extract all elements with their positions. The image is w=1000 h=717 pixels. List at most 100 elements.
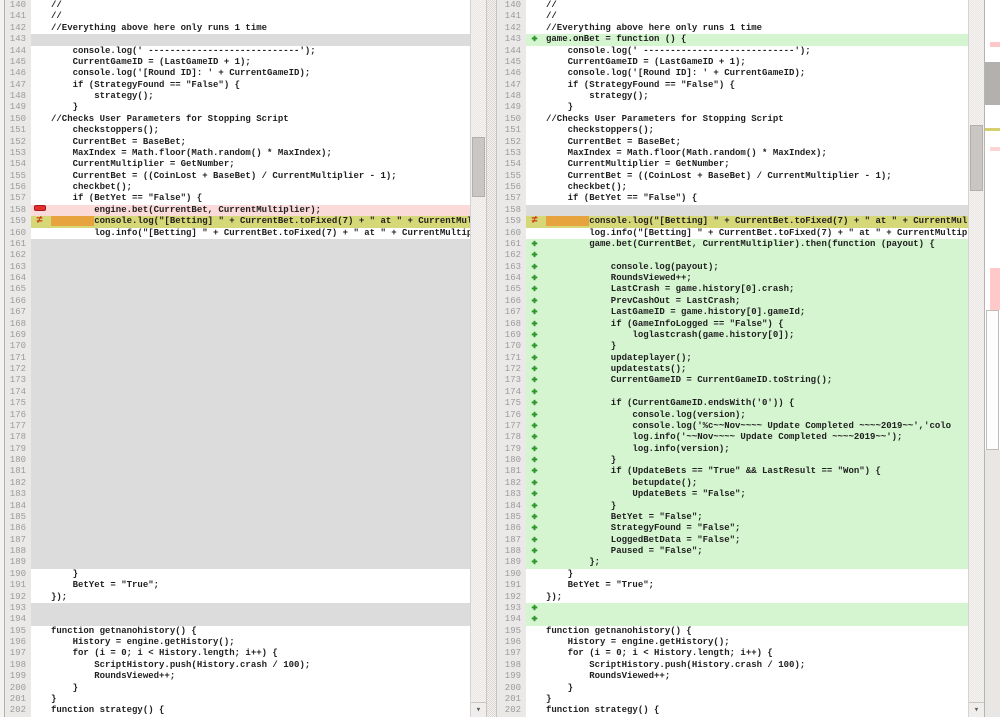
code-line-body: ✚ BetYet = "False";	[526, 512, 968, 523]
line-number: 156	[5, 182, 31, 193]
line-number: 159	[497, 216, 526, 227]
code-line-body: ✚ UpdateBets = "False";	[526, 489, 968, 500]
line-number: 144	[5, 46, 31, 57]
added-line-plus-icon: ✚	[527, 296, 542, 307]
line-number: 143	[5, 34, 31, 45]
scrollbar-thumb[interactable]	[970, 125, 983, 191]
code-line: 201}	[5, 694, 470, 705]
code-line-body: //Everything above here only runs 1 time	[31, 23, 470, 34]
scrollbar-thumb[interactable]	[472, 137, 485, 197]
line-number: 175	[5, 398, 31, 409]
code-line-body: ✚ updateplayer();	[526, 353, 968, 364]
line-number: 185	[497, 512, 526, 523]
line-number: 161	[5, 239, 31, 250]
code-line: 142//Everything above here only runs 1 t…	[5, 23, 470, 34]
line-number: 160	[5, 228, 31, 239]
code-text: MaxIndex = Math.floor(Math.random() * Ma…	[546, 148, 827, 158]
code-text: RoundsViewed++;	[51, 671, 175, 681]
line-number: 185	[5, 512, 31, 523]
line-number: 164	[497, 273, 526, 284]
code-line: 200 }	[497, 683, 968, 694]
pane-splitter[interactable]	[486, 0, 497, 717]
code-line-body: ✚ console.log(version);	[526, 410, 968, 421]
right-pane-scrollbar[interactable]: ▾	[968, 0, 984, 717]
code-text: updatestats();	[546, 364, 686, 374]
code-line-body: ✚ PrevCashOut = LastCrash;	[526, 296, 968, 307]
code-text: checkbet();	[546, 182, 627, 192]
diff-pane-left[interactable]: 140//141//142//Everything above here onl…	[5, 0, 470, 717]
added-line-plus-icon: ✚	[527, 523, 542, 534]
scrollbar-down-arrow-icon[interactable]: ▾	[969, 702, 984, 717]
added-line-plus-icon: ✚	[527, 364, 542, 375]
overview-current-diff-mark[interactable]	[985, 62, 1000, 105]
diff-overview-bar[interactable]	[984, 0, 1000, 717]
code-line-body: }	[526, 683, 968, 694]
code-line-body: }	[526, 102, 968, 113]
code-text: MaxIndex = Math.floor(Math.random() * Ma…	[51, 148, 332, 158]
code-line-body: if (StrategyFound == "False") {	[526, 80, 968, 91]
line-number: 145	[497, 57, 526, 68]
code-line-body: ✚ game.bet(CurrentBet, CurrentMultiplier…	[526, 239, 968, 250]
line-number: 197	[5, 648, 31, 659]
code-text: }	[546, 694, 551, 704]
code-line-body: }	[31, 569, 470, 580]
line-number: 198	[497, 660, 526, 671]
code-text: CurrentGameID = CurrentGameID.toString()…	[546, 375, 832, 385]
code-line: 200 }	[5, 683, 470, 694]
line-number: 177	[5, 421, 31, 432]
code-line: 182✚ betupdate();	[497, 478, 968, 489]
code-line: 178✚ log.info('~~Nov~~~~ Update Complete…	[497, 432, 968, 443]
code-line: 172	[5, 364, 470, 375]
code-line-body: ✚ log.info('~~Nov~~~~ Update Completed ~…	[526, 432, 968, 443]
line-number: 153	[5, 148, 31, 159]
line-number: 148	[497, 91, 526, 102]
overview-removed-mark[interactable]	[990, 42, 1000, 47]
code-line-body: console.log('[Round ID]: ' + CurrentGame…	[31, 68, 470, 79]
code-line: 158	[497, 205, 968, 216]
scrollbar-down-arrow-icon[interactable]: ▾	[471, 702, 486, 717]
code-text: if (StrategyFound == "False") {	[51, 80, 240, 90]
diff-pane-right[interactable]: 140//141//142//Everything above here onl…	[497, 0, 968, 717]
code-line: 171	[5, 353, 470, 364]
code-line-body: }	[31, 694, 470, 705]
code-line-body	[31, 296, 470, 307]
line-number: 175	[497, 398, 526, 409]
line-number: 178	[5, 432, 31, 443]
added-line-plus-icon: ✚	[527, 444, 542, 455]
line-number: 148	[5, 91, 31, 102]
line-number: 157	[497, 193, 526, 204]
code-line-body: ✚ LastGameID = game.history[0].gameId;	[526, 307, 968, 318]
overview-viewport-indicator[interactable]	[986, 310, 999, 450]
overview-removed-mark[interactable]	[990, 268, 1000, 310]
line-number: 166	[5, 296, 31, 307]
line-number: 157	[5, 193, 31, 204]
code-line: 168✚ if (GameInfoLogged == "False") {	[497, 319, 968, 330]
line-number: 168	[497, 319, 526, 330]
code-text: function strategy() {	[51, 705, 164, 715]
line-number: 158	[497, 205, 526, 216]
added-line-plus-icon: ✚	[527, 501, 542, 512]
line-number: 198	[5, 660, 31, 671]
code-line-body	[31, 535, 470, 546]
code-line: 158 engine.bet(CurrentBet, CurrentMultip…	[5, 205, 470, 216]
code-line-body: ✚ console.log('%c~~Nov~~~~ Update Comple…	[526, 421, 968, 432]
added-line-plus-icon: ✚	[527, 421, 542, 432]
code-line: 153 MaxIndex = Math.floor(Math.random() …	[5, 148, 470, 159]
code-line: 157 if (BetYet == "False") {	[497, 193, 968, 204]
line-number: 149	[497, 102, 526, 113]
line-number: 199	[5, 671, 31, 682]
code-text: //Everything above here only runs 1 time	[546, 23, 762, 33]
code-line-body: RoundsViewed++;	[526, 671, 968, 682]
code-line: 169	[5, 330, 470, 341]
line-number: 151	[5, 125, 31, 136]
diff-window: 140//141//142//Everything above here onl…	[0, 0, 1000, 717]
code-line-body: strategy();	[31, 91, 470, 102]
line-number: 169	[497, 330, 526, 341]
overview-removed-mark[interactable]	[990, 147, 1000, 151]
code-line-body: ≠ console.log("[Betting] " + CurrentBet.…	[31, 216, 470, 227]
code-line-body: console.log(' --------------------------…	[526, 46, 968, 57]
code-line: 172✚ updatestats();	[497, 364, 968, 375]
left-pane-scrollbar[interactable]: ▾	[470, 0, 486, 717]
code-line: 146 console.log('[Round ID]: ' + Current…	[497, 68, 968, 79]
added-line-plus-icon: ✚	[527, 603, 542, 614]
